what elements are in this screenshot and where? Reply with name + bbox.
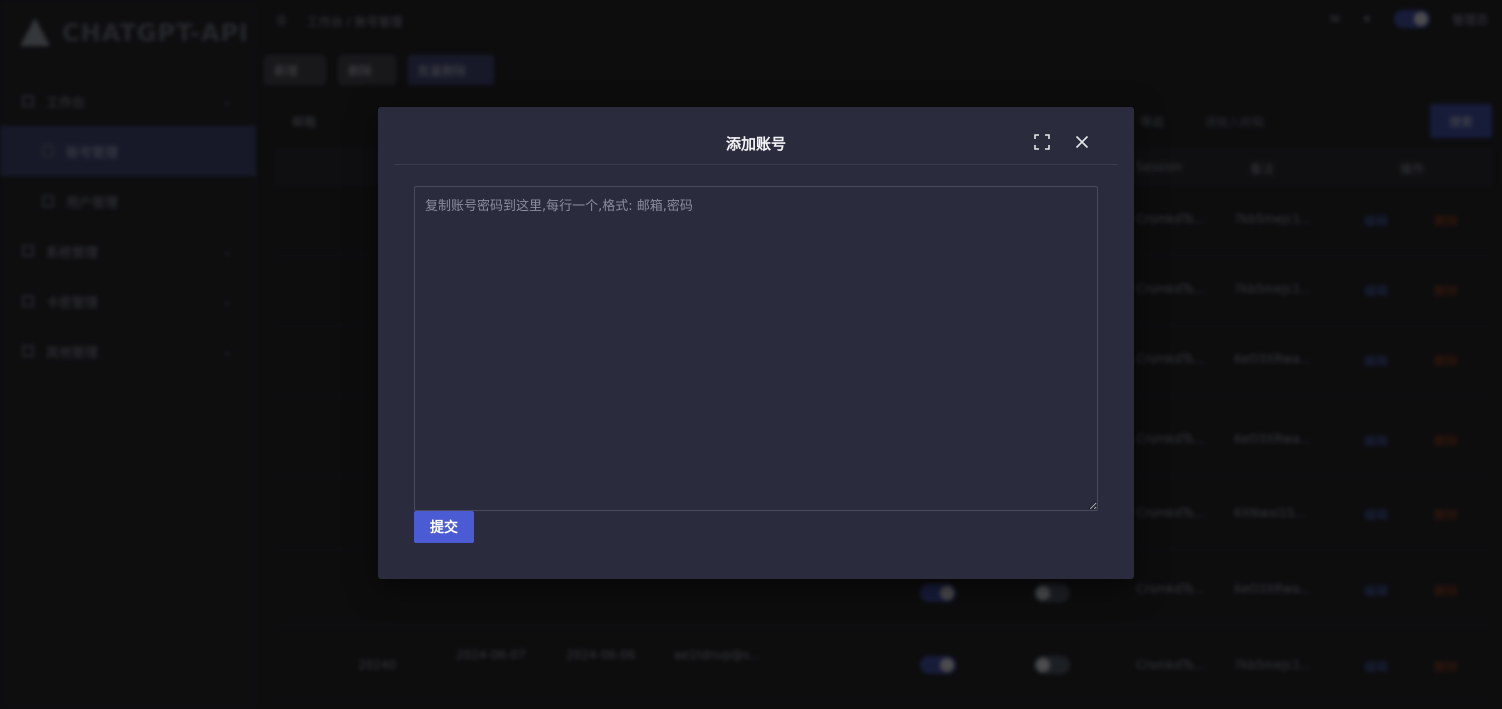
submit-button[interactable]: 提交	[414, 511, 474, 543]
accounts-textarea[interactable]	[414, 186, 1098, 511]
fullscreen-icon[interactable]	[1033, 133, 1051, 151]
close-icon[interactable]	[1073, 133, 1091, 151]
dialog-title: 添加账号	[725, 135, 786, 153]
add-account-dialog: 添加账号 提交	[378, 107, 1134, 579]
